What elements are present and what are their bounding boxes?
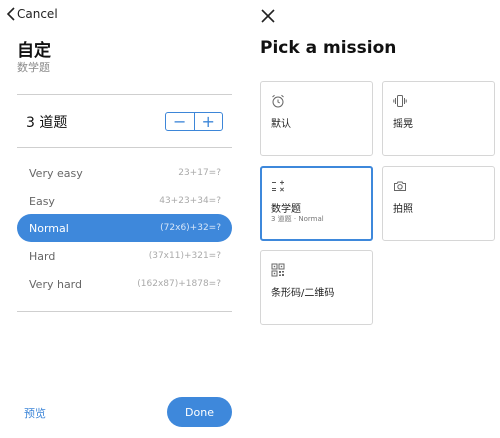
difficulty-example: 43+23+34=? [159, 196, 221, 206]
question-count-stepper[interactable]: − + [165, 112, 223, 131]
page-title: 自定 [17, 41, 51, 61]
difficulty-option-normal[interactable]: Normal (72x6)+32=? [17, 214, 232, 242]
difficulty-example: (162x87)+1878=? [137, 279, 221, 289]
mission-card-default[interactable]: 默认 [260, 81, 373, 156]
mission-subtitle: 3 道题 · Normal [271, 215, 324, 223]
camera-icon [394, 181, 406, 191]
difficulty-option-hard[interactable]: Hard (37x11)+321=? [17, 242, 232, 270]
close-icon[interactable] [261, 9, 275, 23]
divider [17, 94, 232, 95]
divider [17, 147, 232, 148]
difficulty-option-very-hard[interactable]: Very hard (162x87)+1878=? [17, 270, 232, 298]
done-button[interactable]: Done [167, 397, 232, 427]
math-operators-icon [272, 180, 285, 192]
question-count-label: 3 道题 [26, 115, 68, 131]
mission-name: 数学题 [271, 204, 301, 215]
difficulty-option-very-easy[interactable]: Very easy 23+17=? [17, 159, 232, 187]
page-title: Pick a mission [260, 38, 397, 58]
pick-mission-panel: Pick a mission 默认 摇晃 数学题 3 道题 · Normal 拍… [250, 0, 500, 438]
difficulty-label: Hard [29, 249, 56, 263]
chevron-left-icon [6, 7, 15, 21]
difficulty-label: Normal [29, 221, 69, 235]
difficulty-example: 23+17=? [178, 168, 221, 178]
mission-card-math[interactable]: 数学题 3 道题 · Normal [260, 166, 373, 241]
difficulty-example: (37x11)+321=? [148, 251, 221, 261]
page-subtitle: 数学题 [17, 61, 50, 74]
custom-mission-panel: Cancel 自定 数学题 3 道题 − + Very easy 23+17=?… [0, 0, 248, 438]
cancel-button[interactable]: Cancel [6, 7, 58, 21]
divider [17, 311, 232, 312]
preview-button[interactable]: 预览 [24, 405, 46, 421]
mission-card-photo[interactable]: 拍照 [382, 166, 495, 241]
difficulty-label: Easy [29, 194, 55, 208]
mission-card-shake[interactable]: 摇晃 [382, 81, 495, 156]
decrement-button[interactable]: − [166, 113, 195, 130]
mission-card-barcode[interactable]: 条形码/二维码 [260, 250, 373, 325]
difficulty-example: (72x6)+32=? [160, 223, 221, 233]
mission-name: 摇晃 [393, 119, 413, 130]
alarm-clock-icon [272, 94, 284, 108]
difficulty-label: Very easy [29, 166, 83, 180]
difficulty-option-easy[interactable]: Easy 43+23+34=? [17, 187, 232, 215]
difficulty-label: Very hard [29, 277, 82, 291]
mission-name: 条形码/二维码 [271, 288, 335, 299]
mission-name: 默认 [271, 119, 291, 130]
phone-vibrate-icon [393, 95, 407, 107]
cancel-label: Cancel [17, 7, 58, 21]
mission-name: 拍照 [393, 204, 413, 215]
increment-button[interactable]: + [195, 113, 223, 130]
qr-code-icon [271, 263, 285, 277]
